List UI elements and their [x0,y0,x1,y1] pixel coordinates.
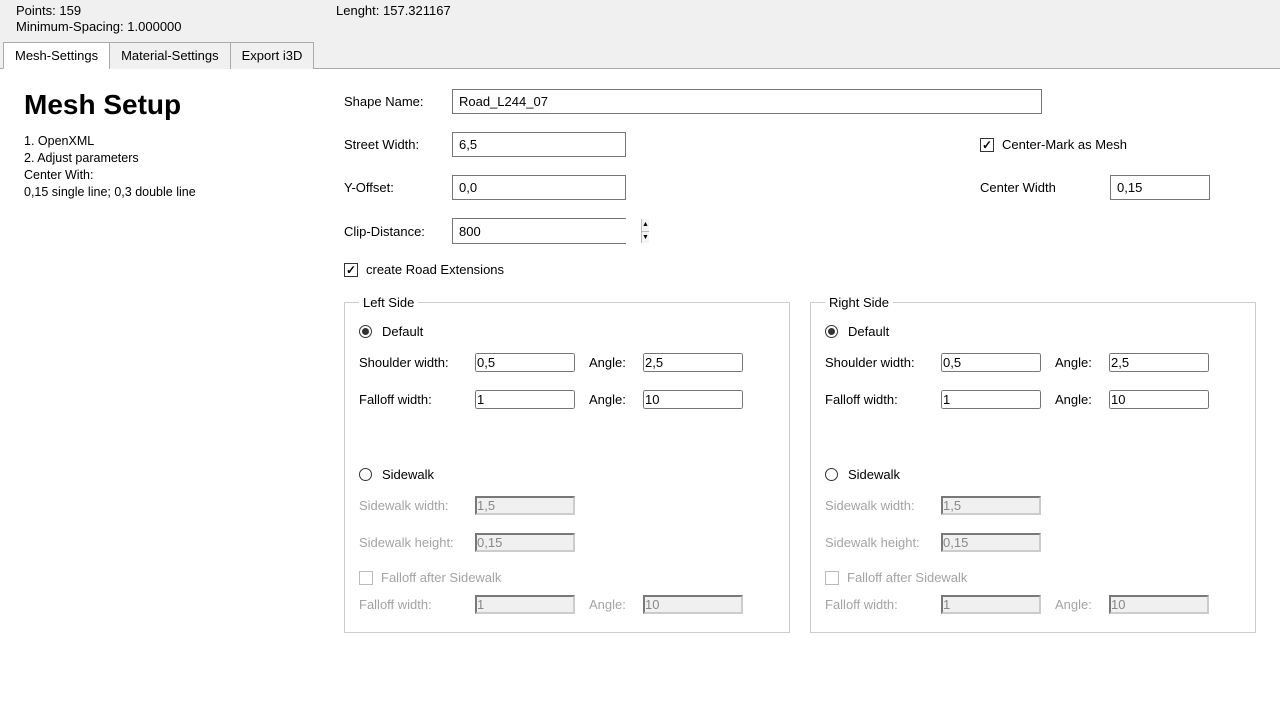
shape-name-input[interactable] [452,89,1042,114]
minspacing-label: Minimum-Spacing: [16,19,124,34]
left-falloff-input[interactable] [475,390,575,409]
left-sidewalk-radio[interactable] [359,468,372,481]
center-width-label: Center Width [980,180,1110,195]
left-sw-falloff-label: Falloff width: [359,597,475,612]
clip-distance-input[interactable] [453,219,641,243]
right-sidewalk-height-label: Sidewalk height: [825,535,941,550]
right-shoulder-angle-label: Angle: [1055,355,1109,370]
clip-distance-spinner[interactable]: ▲ ▼ [452,218,626,244]
left-sidewalk-label: Sidewalk [382,467,434,482]
right-sidewalk-width-input [941,496,1041,515]
create-extensions-label: create Road Extensions [366,262,504,277]
create-extensions-checkbox[interactable] [344,263,358,277]
right-default-radio[interactable] [825,325,838,338]
right-falloff-after-checkbox [825,571,839,585]
left-falloff-angle-input[interactable] [643,390,743,409]
right-sidewalk-width-label: Sidewalk width: [825,498,941,513]
right-sidewalk-radio[interactable] [825,468,838,481]
left-sidewalk-width-input [475,496,575,515]
tip-line: Center With: [24,167,344,184]
form-panel: Shape Name: Street Width: Center-Mark as… [344,89,1256,633]
center-width-input[interactable] [1110,175,1210,200]
right-side-legend: Right Side [825,295,893,310]
left-falloff-after-checkbox [359,571,373,585]
clip-distance-label: Clip-Distance: [344,224,452,239]
left-sw-falloff-angle-label: Angle: [589,597,643,612]
left-sw-falloff-angle-input [643,595,743,614]
tip-line: 2. Adjust parameters [24,150,344,167]
right-falloff-input[interactable] [941,390,1041,409]
street-width-label: Street Width: [344,137,452,152]
y-offset-label: Y-Offset: [344,180,452,195]
header-info: Points: 159 Lenght: 157.321167 Minimum-S… [0,0,1280,41]
left-falloff-label: Falloff width: [359,392,475,407]
spinner-down-icon[interactable]: ▼ [642,232,649,244]
points-value: 159 [59,3,81,18]
left-falloff-angle-label: Angle: [589,392,643,407]
lenght-value: 157.321167 [383,3,451,18]
street-width-input[interactable] [452,132,626,157]
right-side-group: Right Side Default Shoulder width: Angle… [810,295,1256,633]
left-shoulder-angle-label: Angle: [589,355,643,370]
points-label: Points: [16,3,56,18]
right-sw-falloff-angle-label: Angle: [1055,597,1109,612]
left-shoulder-angle-input[interactable] [643,353,743,372]
left-sidewalk-width-label: Sidewalk width: [359,498,475,513]
right-sidewalk-height-input [941,533,1041,552]
right-falloff-label: Falloff width: [825,392,941,407]
right-shoulder-label: Shoulder width: [825,355,941,370]
y-offset-input[interactable] [452,175,626,200]
center-mark-checkbox[interactable] [980,138,994,152]
right-shoulder-input[interactable] [941,353,1041,372]
left-side-group: Left Side Default Shoulder width: Angle:… [344,295,790,633]
left-side-legend: Left Side [359,295,418,310]
tab-export-i3d[interactable]: Export i3D [230,42,315,69]
right-sidewalk-label: Sidewalk [848,467,900,482]
left-shoulder-input[interactable] [475,353,575,372]
help-panel: Mesh Setup 1. OpenXML 2. Adjust paramete… [24,89,344,633]
left-sidewalk-height-input [475,533,575,552]
center-mark-label: Center-Mark as Mesh [1002,137,1127,152]
right-sw-falloff-input [941,595,1041,614]
right-falloff-after-label: Falloff after Sidewalk [847,570,967,585]
tab-content: Mesh Setup 1. OpenXML 2. Adjust paramete… [0,69,1280,653]
right-shoulder-angle-input[interactable] [1109,353,1209,372]
spinner-up-icon[interactable]: ▲ [642,219,649,232]
page-title: Mesh Setup [24,89,344,121]
right-sw-falloff-label: Falloff width: [825,597,941,612]
tab-mesh-settings[interactable]: Mesh-Settings [3,42,110,69]
left-sw-falloff-input [475,595,575,614]
minspacing-value: 1.000000 [127,19,181,34]
right-default-label: Default [848,324,889,339]
right-falloff-angle-label: Angle: [1055,392,1109,407]
left-shoulder-label: Shoulder width: [359,355,475,370]
lenght-label: Lenght: [336,3,379,18]
left-falloff-after-label: Falloff after Sidewalk [381,570,501,585]
left-default-label: Default [382,324,423,339]
tab-material-settings[interactable]: Material-Settings [109,42,231,69]
shape-name-label: Shape Name: [344,94,452,109]
right-sw-falloff-angle-input [1109,595,1209,614]
right-falloff-angle-input[interactable] [1109,390,1209,409]
tip-line: 1. OpenXML [24,133,344,150]
tab-strip: Mesh-Settings Material-Settings Export i… [0,41,1280,69]
left-default-radio[interactable] [359,325,372,338]
left-sidewalk-height-label: Sidewalk height: [359,535,475,550]
tip-line: 0,15 single line; 0,3 double line [24,184,344,201]
